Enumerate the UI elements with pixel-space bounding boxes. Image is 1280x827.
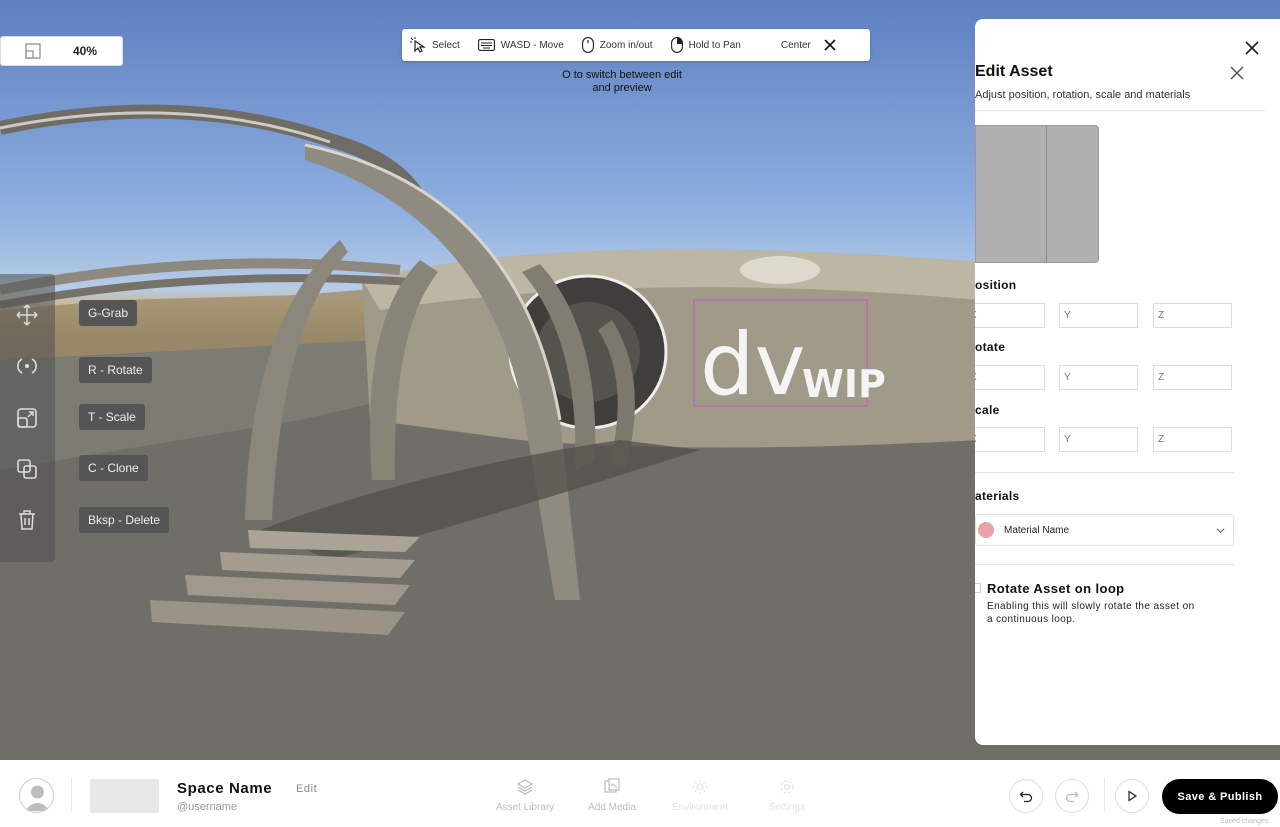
tool-zoom[interactable]: Zoom in/out (581, 37, 653, 53)
nav-asset-library[interactable]: Asset Library (485, 778, 565, 813)
divider (975, 472, 1235, 473)
divider (71, 778, 72, 812)
close-icon[interactable] (1244, 40, 1260, 56)
shortcut-grab: G-Grab (79, 300, 138, 326)
trash-icon[interactable] (16, 509, 38, 531)
sign-wip-text: WIP (802, 362, 886, 406)
scale-label: cale (975, 403, 1000, 417)
move-arrows-icon[interactable] (16, 304, 38, 326)
close-icon[interactable] (823, 38, 837, 52)
user-icon (25, 785, 50, 811)
rotate-icon[interactable] (16, 355, 38, 377)
saved-note: Saved changes (1220, 818, 1269, 825)
panel-title: Edit Asset (975, 63, 1053, 80)
save-publish-button[interactable]: Save & Publish (1162, 779, 1278, 814)
preview-divider (1046, 126, 1047, 262)
viewport-toolbar: Select WASD - Move Zoom in/out Hold to P… (402, 29, 870, 61)
tool-select[interactable]: Select (410, 37, 460, 53)
position-x-input[interactable] (975, 303, 1045, 328)
shortcut-scale: T - Scale (79, 404, 145, 430)
settings-icon (780, 780, 794, 794)
keyboard-icon (477, 39, 495, 51)
sign-dv-text: dv (700, 315, 805, 415)
scale-z-input[interactable] (1153, 427, 1232, 452)
media-icon (604, 778, 620, 793)
nav-asset-library-label: Asset Library (495, 802, 555, 813)
rotate-label: otate (975, 340, 1006, 354)
mouse-scroll-icon (581, 37, 594, 53)
tool-pan[interactable]: Hold to Pan (670, 37, 741, 53)
play-icon (1128, 790, 1138, 802)
scale-icon[interactable] (16, 407, 38, 429)
nav-add-media[interactable]: Add Media (572, 778, 652, 813)
transform-toolbar (0, 274, 55, 562)
position-label: osition (975, 278, 1017, 292)
fit-view-icon (25, 43, 41, 59)
mode-hint: O to switch between edit and preview (562, 69, 682, 94)
nav-add-media-label: Add Media (588, 802, 636, 813)
editor-app: dv WIP 40% Select WASD - Move Zoom in/ou… (0, 0, 1280, 827)
position-y-input[interactable] (1059, 303, 1138, 328)
tool-select-label: Select (432, 39, 460, 51)
close-icon[interactable] (1230, 66, 1244, 80)
rotate-y-input[interactable] (1059, 365, 1138, 390)
materials-label: aterials (975, 489, 1020, 503)
bottom-bar: Space Name Edit @username Asset Library … (0, 760, 1280, 827)
rotate-loop-checkbox[interactable] (975, 583, 981, 593)
center-button[interactable]: Center (781, 40, 811, 51)
edit-space-name-link[interactable]: Edit (296, 783, 317, 795)
tool-move-label: WASD - Move (500, 39, 564, 51)
rotate-x-input[interactable] (975, 365, 1045, 390)
material-select[interactable]: Material Name (975, 514, 1234, 546)
zoom-indicator[interactable]: 40% (0, 36, 123, 66)
zoom-value: 40% (73, 44, 98, 58)
shortcut-clone: C - Clone (79, 455, 148, 481)
nav-settings-label: Settings (768, 802, 806, 813)
avatar[interactable] (19, 778, 54, 813)
redo-button[interactable] (1055, 779, 1089, 813)
undo-icon (1019, 791, 1033, 803)
rotate-loop-description: Enabling this will slowly rotate the ass… (987, 601, 1195, 625)
edit-asset-panel: Edit Asset Adjust position, rotation, sc… (975, 19, 1280, 745)
nav-environment-label: Environment (671, 802, 729, 813)
nav-settings[interactable]: Settings (747, 778, 827, 813)
scale-x-input[interactable] (975, 427, 1045, 452)
asset-preview (975, 125, 1099, 263)
environment-icon (693, 780, 707, 794)
clone-icon[interactable] (16, 458, 38, 480)
tool-pan-label: Hold to Pan (688, 39, 741, 51)
space-name: Space Name (177, 780, 273, 797)
rotate-loop-title: Rotate Asset on loop (987, 581, 1125, 596)
shortcut-rotate: R - Rotate (79, 357, 152, 383)
divider (1104, 778, 1105, 812)
rotate-z-input[interactable] (1153, 365, 1232, 390)
redo-icon (1065, 791, 1079, 803)
position-z-input[interactable] (1153, 303, 1232, 328)
undo-button[interactable] (1009, 779, 1043, 813)
tool-move[interactable]: WASD - Move (477, 39, 564, 51)
material-name: Material Name (1004, 524, 1070, 536)
cursor-select-icon (410, 37, 426, 53)
space-thumbnail (90, 779, 159, 813)
tool-zoom-label: Zoom in/out (599, 39, 653, 51)
divider (975, 564, 1235, 565)
scale-y-input[interactable] (1059, 427, 1138, 452)
username: @username (177, 801, 238, 813)
divider (975, 110, 1265, 111)
layers-icon (516, 779, 534, 795)
panel-subtitle: Adjust position, rotation, scale and mat… (975, 89, 1191, 101)
chevron-down-icon (1216, 528, 1225, 534)
shortcut-delete: Bksp - Delete (79, 507, 170, 533)
preview-play-button[interactable] (1115, 779, 1149, 813)
mouse-right-icon (670, 37, 683, 53)
nav-environment[interactable]: Environment (660, 778, 740, 813)
material-swatch (978, 522, 994, 538)
center-label: Center (780, 39, 811, 51)
